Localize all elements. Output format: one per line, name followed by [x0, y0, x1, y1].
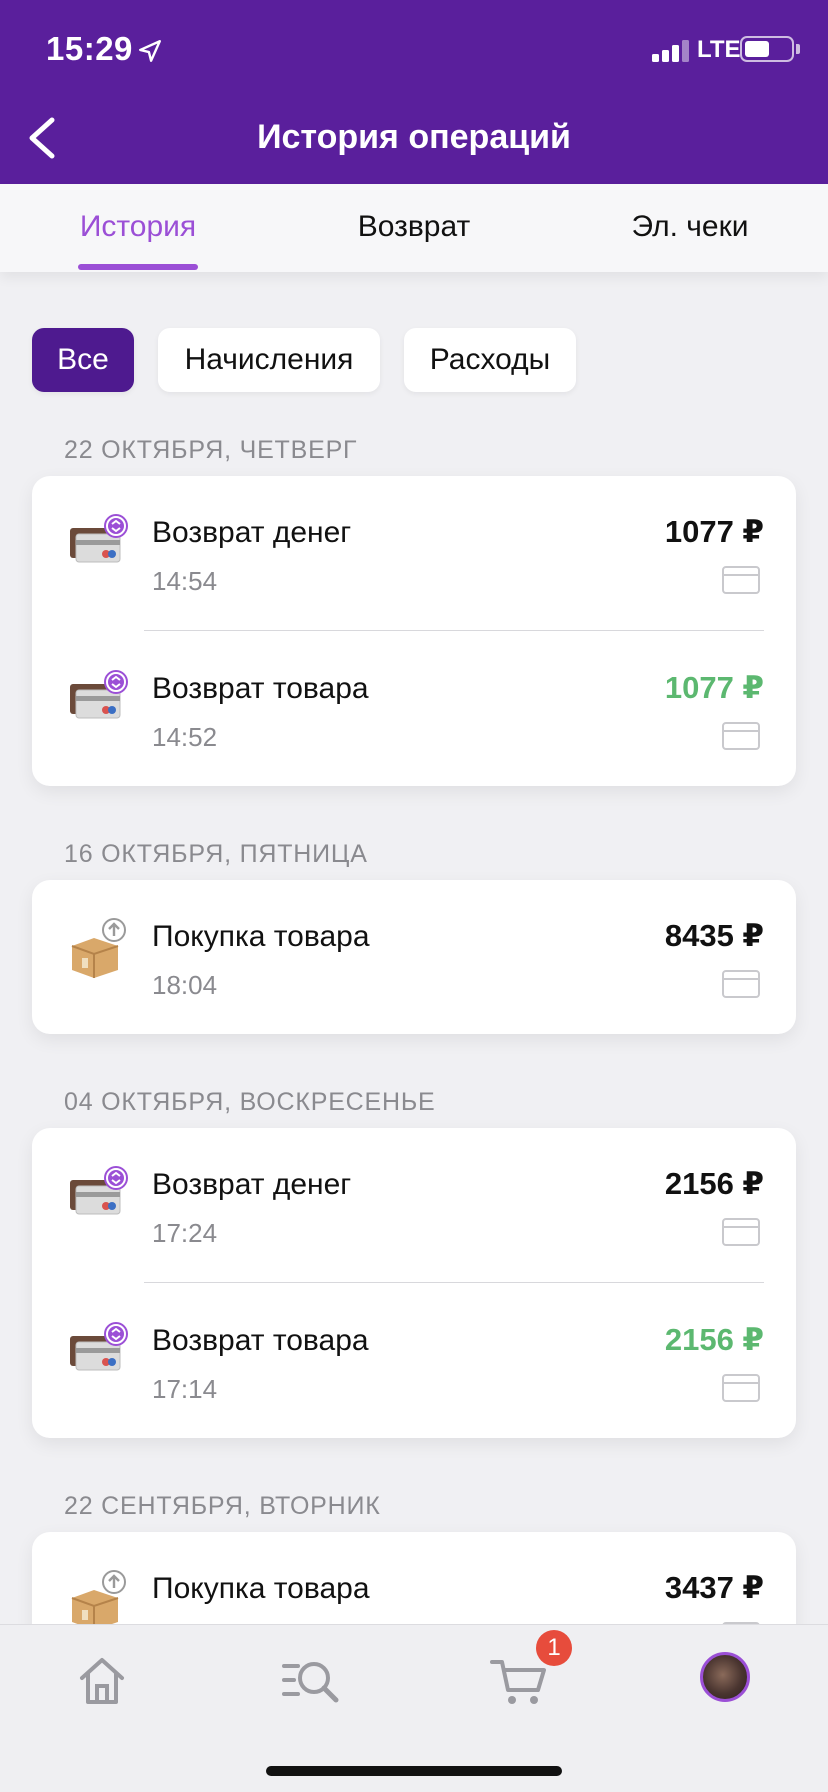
- signal-icon: [652, 40, 689, 62]
- battery-icon: [740, 36, 794, 62]
- transaction-time: 14:52: [152, 722, 218, 752]
- transaction-title: Возврат денег: [152, 1168, 352, 1201]
- tab-bar: История Возврат Эл. чеки: [0, 184, 828, 272]
- transaction-time: 17:14: [152, 1374, 218, 1404]
- profile-avatar[interactable]: [700, 1652, 750, 1702]
- catalog-search-icon[interactable]: [278, 1648, 342, 1712]
- refund-card-icon: [70, 670, 128, 719]
- transactions-card: Возврат денег 14:54 1077 ₽ Возврат товар…: [32, 476, 796, 786]
- battery-cap: [796, 44, 800, 54]
- payment-card-icon: [722, 1218, 760, 1246]
- filter-expenses-chip[interactable]: Расходы: [404, 328, 576, 392]
- transaction-amount: 1077 ₽: [664, 514, 764, 549]
- filter-all-chip[interactable]: Все: [32, 328, 134, 392]
- section-date: 16 ОКТЯБРЯ, ПЯТНИЦА: [64, 840, 368, 868]
- row-divider: [144, 1282, 764, 1283]
- payment-card-icon: [722, 722, 760, 750]
- payment-card-icon: [722, 566, 760, 594]
- transaction-row[interactable]: Покупка товара 18:04 8435 ₽: [32, 880, 796, 1034]
- row-divider: [144, 630, 764, 631]
- transaction-row[interactable]: Возврат денег 14:54 1077 ₽: [32, 476, 796, 630]
- refund-card-icon: [70, 1322, 128, 1371]
- section-date: 22 ОКТЯБРЯ, ЧЕТВЕРГ: [64, 436, 358, 464]
- active-tab-indicator: [78, 264, 198, 270]
- home-icon[interactable]: [70, 1648, 134, 1712]
- location-arrow-icon: [139, 40, 161, 62]
- transaction-time: 18:04: [152, 970, 218, 1000]
- purchase-box-icon: [71, 918, 126, 978]
- tab-returns[interactable]: Возврат: [334, 210, 494, 244]
- transaction-title: Покупка товара: [152, 1572, 370, 1605]
- transaction-amount: 3437 ₽: [664, 1570, 764, 1605]
- transactions-card: Возврат денег 17:24 2156 ₽ Возврат товар…: [32, 1128, 796, 1438]
- purchase-box-icon: [71, 1570, 126, 1630]
- section-date: 04 ОКТЯБРЯ, ВОСКРЕСЕНЬЕ: [64, 1088, 436, 1116]
- transaction-row[interactable]: Возврат товара 17:14 2156 ₽: [32, 1284, 796, 1438]
- tab-e-receipts[interactable]: Эл. чеки: [608, 210, 772, 244]
- transaction-title: Покупка товара: [152, 920, 370, 953]
- screen: 15:29 LTE История операций История Возвр…: [0, 0, 828, 1792]
- refund-card-icon: [70, 1166, 128, 1215]
- transaction-row[interactable]: Возврат товара 14:52 1077 ₽: [32, 632, 796, 786]
- transaction-amount: 8435 ₽: [664, 918, 764, 953]
- transaction-amount: 1077 ₽: [664, 670, 764, 705]
- transaction-title: Возврат денег: [152, 516, 352, 549]
- home-indicator: [266, 1766, 562, 1776]
- battery-level: [745, 41, 769, 57]
- tab-history[interactable]: История: [60, 210, 216, 244]
- transaction-amount: 2156 ₽: [664, 1322, 764, 1357]
- filter-income-chip[interactable]: Начисления: [158, 328, 380, 392]
- payment-card-icon: [722, 970, 760, 998]
- refund-card-icon: [70, 514, 128, 563]
- transaction-time: 14:54: [152, 566, 218, 596]
- page-title: История операций: [257, 118, 571, 156]
- transaction-row[interactable]: Возврат денег 17:24 2156 ₽: [32, 1128, 796, 1282]
- app-header: 15:29 LTE История операций: [0, 0, 828, 184]
- transaction-amount: 2156 ₽: [664, 1166, 764, 1201]
- section-date: 22 СЕНТЯБРЯ, ВТОРНИК: [64, 1492, 381, 1520]
- payment-card-icon: [722, 1374, 760, 1402]
- network-type: LTE: [697, 36, 741, 63]
- transaction-title: Возврат товара: [152, 672, 369, 705]
- transactions-card: Покупка товара 18:04 8435 ₽: [32, 880, 796, 1034]
- status-time: 15:29: [46, 30, 133, 67]
- cart-badge: 1: [536, 1630, 572, 1666]
- transaction-time: 17:24: [152, 1218, 218, 1248]
- transaction-title: Возврат товара: [152, 1324, 369, 1357]
